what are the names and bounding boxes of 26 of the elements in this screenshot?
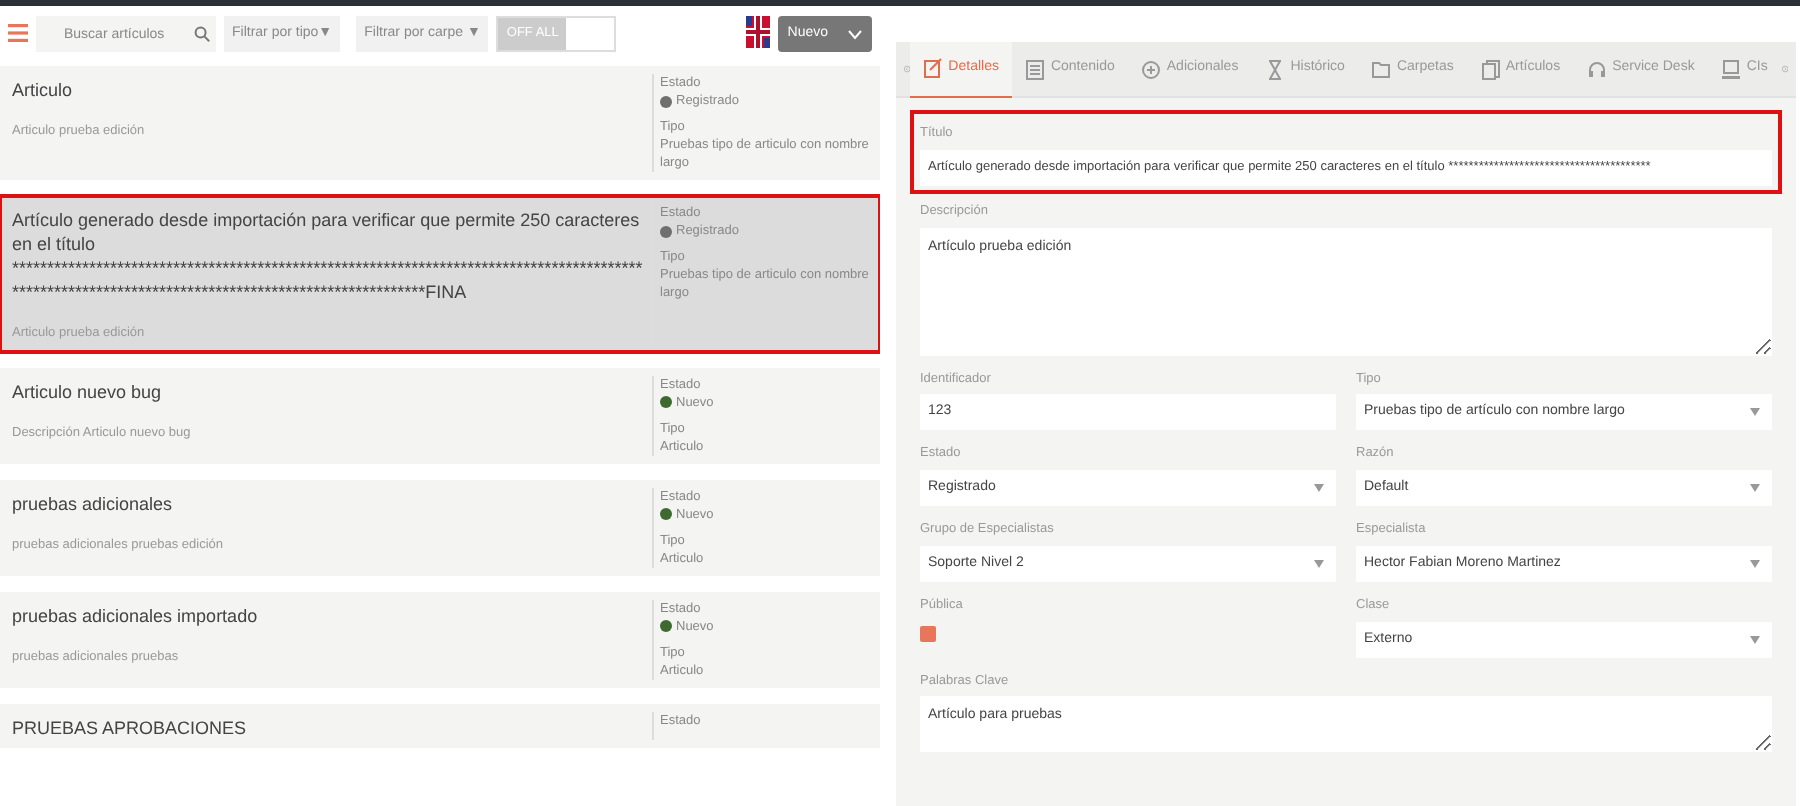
- caret-icon: [1314, 559, 1324, 568]
- menu-icon[interactable]: [8, 24, 28, 42]
- caret-icon: [1750, 408, 1760, 417]
- folder-icon: [1372, 59, 1391, 79]
- checkbox[interactable]: [920, 625, 936, 641]
- article-card[interactable]: [0, 196, 880, 352]
- pencil-icon: [924, 58, 943, 78]
- documents-icon: [1481, 59, 1500, 79]
- caret-icon: [1750, 559, 1760, 568]
- hourglass-icon: [1266, 59, 1285, 79]
- computer-icon: [1722, 59, 1741, 79]
- article-title: pruebas adicionales importado: [12, 603, 260, 628]
- article-title: Articulo nuevo bug: [12, 379, 164, 404]
- search-icon[interactable]: [194, 26, 210, 42]
- caret-icon: [1750, 484, 1760, 492]
- article-title: Artículo generado desde importación para verificar que permite 250 caracteres en el título *****************************************************************************************************************************************************FINA: [12, 208, 644, 304]
- plus-circle-icon: [1142, 59, 1161, 79]
- article-title: PRUEBAS APROBACIONES: [12, 715, 249, 740]
- headset-icon: [1588, 59, 1607, 79]
- flag-icon[interactable]: [745, 16, 770, 48]
- caret-icon: [1314, 484, 1324, 492]
- chevron-down-icon: [848, 29, 862, 39]
- caret-icon: [1750, 635, 1760, 643]
- article-title: pruebas adicionales: [12, 491, 175, 516]
- article-title: Articulo: [12, 78, 75, 102]
- document-icon: [1026, 59, 1045, 79]
